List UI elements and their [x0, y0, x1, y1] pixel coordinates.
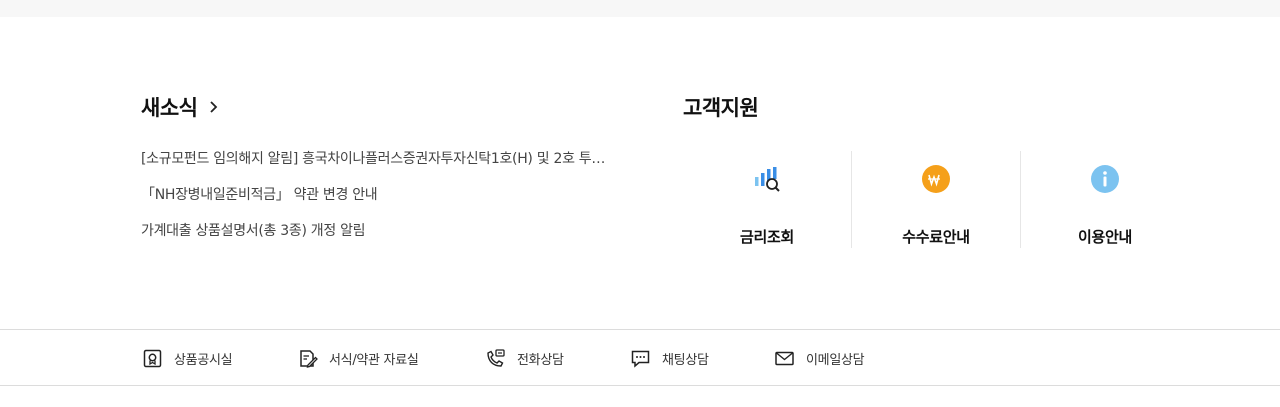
news-heading: 새소식	[141, 96, 198, 120]
link-product-disclosure[interactable]: 상품공시실	[142, 348, 297, 369]
link-chat-consult[interactable]: 채팅상담	[630, 348, 774, 369]
link-label: 서식/약관 자료실	[329, 353, 419, 368]
link-label: 상품공시실	[174, 353, 233, 368]
link-label: 채팅상담	[662, 353, 709, 368]
chevron-right-icon	[210, 101, 218, 113]
link-phone-consult[interactable]: 전화상담	[485, 348, 630, 369]
product-disclosure-icon	[143, 349, 162, 368]
support-item-label: 금리조회	[739, 228, 794, 246]
support-item-label: 이용안내	[1077, 228, 1132, 246]
phone-chat-icon	[487, 349, 505, 367]
support-item-rate[interactable]: 금리조회	[683, 151, 851, 248]
support-item-guide[interactable]: 이용안내	[1020, 151, 1189, 248]
link-label: 전화상담	[517, 353, 564, 368]
news-title-link[interactable]: 새소식	[141, 92, 621, 122]
news-item[interactable]: 「NH장병내일준비적금」 약관 변경 안내	[141, 186, 611, 204]
news-item[interactable]: 가계대출 상품설명서(총 3종) 개정 알림	[141, 222, 611, 240]
link-email-consult[interactable]: 이메일상담	[774, 348, 865, 369]
news-item[interactable]: [소규모펀드 임의해지 알림] 흥국차이나플러스증권자투자신탁1호(H) 및 2…	[141, 150, 611, 168]
bottom-quick-links-bar: 상품공시실 서식/약관 자료실 전화상담 채팅상담 이메일상담	[0, 329, 1280, 386]
info-icon	[1091, 165, 1119, 193]
chat-bubble-icon	[631, 350, 650, 368]
top-band	[0, 0, 1280, 17]
news-list: [소규모펀드 임의해지 알림] 흥국차이나플러스증권자투자신탁1호(H) 및 2…	[141, 150, 621, 240]
link-label: 이메일상담	[806, 353, 865, 368]
bottom-links: 상품공시실 서식/약관 자료실 전화상담 채팅상담 이메일상담	[142, 330, 865, 387]
news-section: 새소식 [소규모펀드 임의해지 알림] 흥국차이나플러스증권자투자신탁1호(H)…	[141, 92, 621, 258]
rate-chart-search-icon	[755, 167, 780, 192]
support-item-fee[interactable]: 수수료안내	[851, 151, 1020, 248]
document-pen-icon	[300, 350, 318, 368]
link-forms-terms[interactable]: 서식/약관 자료실	[297, 348, 485, 369]
support-item-label: 수수료안내	[902, 228, 970, 246]
support-grid: 금리조회 수수료안내 이용안내	[683, 151, 1189, 248]
support-heading: 고객지원	[683, 96, 759, 120]
won-coin-icon	[922, 165, 950, 193]
mail-icon	[775, 351, 794, 366]
customer-support-section: 고객지원 금리조회 수수료안내 이용안내	[683, 92, 1193, 248]
